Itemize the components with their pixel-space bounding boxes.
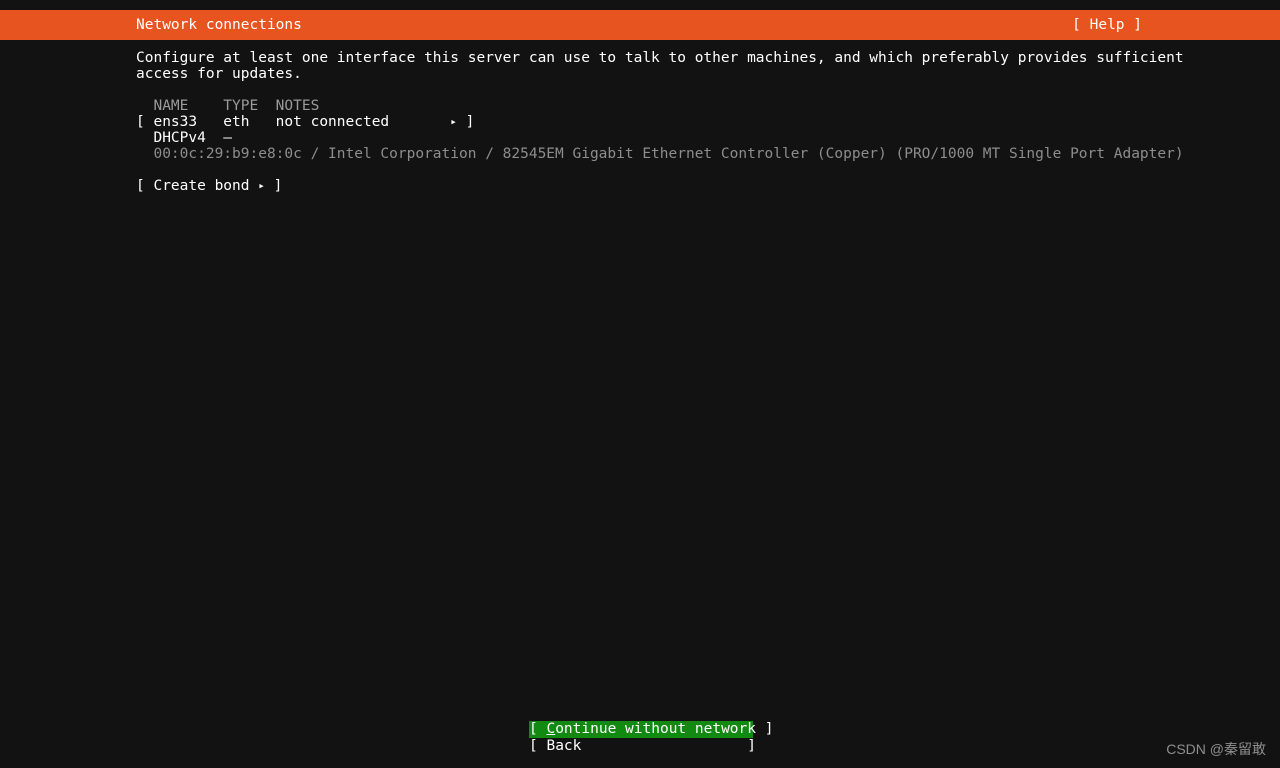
continue-without-network-button[interactable]: [ Continue without network ]: [529, 721, 773, 738]
help-button[interactable]: [ Help ]: [1072, 10, 1142, 40]
intro-text-line-1: Configure at least one interface this se…: [136, 50, 1184, 66]
table-row: DHCPv4 –: [136, 130, 232, 146]
watermark: CSDN @秦留敢: [1166, 741, 1266, 757]
button-open-bracket: [: [529, 738, 547, 754]
chevron-right-icon: ▸: [258, 179, 265, 192]
button-group: [ Continue without network ] [ Back ]: [529, 721, 773, 755]
button-accel-key: C: [546, 721, 556, 737]
console-body: Configure at least one interface this se…: [0, 40, 1280, 768]
button-label: Back ]: [546, 738, 756, 754]
interface-row-close-bracket: ]: [456, 114, 475, 130]
interface-hardware-label: 00:0c:29:b9:e8:0c / Intel Corporation / …: [136, 146, 1184, 162]
title-bar: Network connections [ Help ]: [0, 10, 1280, 40]
page-title: Network connections: [136, 17, 302, 33]
table-row: 00:0c:29:b9:e8:0c / Intel Corporation / …: [136, 146, 1184, 162]
intro-text-line-2: access for updates.: [136, 66, 302, 82]
interface-row-label: [ ens33 eth not connected: [136, 114, 451, 130]
interface-dhcp-label: DHCPv4 –: [136, 130, 233, 146]
table-row[interactable]: [ ens33 eth not connected ▸ ]: [136, 114, 474, 131]
button-open-bracket: [: [529, 721, 547, 737]
button-label: ontinue without network ]: [555, 721, 774, 737]
create-bond-button[interactable]: [ Create bond ▸ ]: [136, 178, 282, 195]
create-bond-close-bracket: ]: [264, 178, 283, 194]
interfaces-table-header: NAME TYPE NOTES: [136, 98, 320, 114]
back-button[interactable]: [ Back ]: [529, 738, 756, 755]
create-bond-label: [ Create bond: [136, 178, 259, 194]
chevron-right-icon: ▸: [450, 115, 457, 128]
